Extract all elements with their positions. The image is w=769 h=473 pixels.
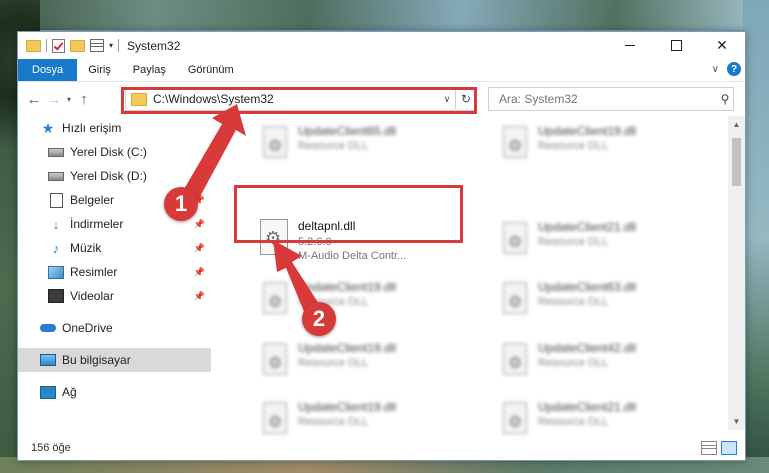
callout-two: 2 <box>302 302 336 336</box>
callout-arrows <box>180 104 319 314</box>
callout-one: 1 <box>164 187 198 221</box>
